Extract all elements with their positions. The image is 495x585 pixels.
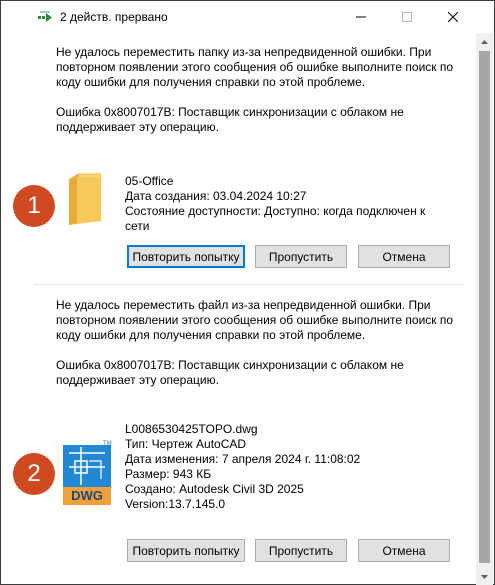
error-description: Не удалось переместить файл из-за непред… [56, 298, 454, 342]
close-button[interactable] [430, 1, 476, 33]
item-version: Version:13.7.145.0 [125, 497, 226, 511]
error-dialog-window: 2 действ. прервано Не удалось переместит… [0, 0, 495, 585]
error-code: Ошибка 0x8007017B: Поставщик синхронизац… [56, 105, 404, 134]
skip-button-2[interactable]: Пропустить [255, 539, 347, 562]
cancel-button-1[interactable]: Отмена [358, 245, 450, 268]
item-modified: Дата изменения: 7 апреля 2024 г. 11:08:0… [125, 452, 361, 466]
scroll-down-arrow-icon[interactable] [476, 568, 493, 585]
error-message-2: Не удалось переместить файл из-за непред… [56, 298, 456, 388]
item-details-2: L0086530425TOPO.dwg Тип: Чертеж AutoCAD … [125, 422, 465, 512]
window-title: 2 действ. прервано [60, 10, 168, 24]
error-message-1: Не удалось переместить папку из-за непре… [56, 45, 456, 135]
move-operation-icon [38, 11, 54, 25]
item-type: Тип: Чертеж AutoCAD [125, 437, 247, 451]
dwg-label: DWG [71, 488, 103, 503]
step-badge-2: 2 [13, 453, 55, 495]
trademark-label: TM [103, 441, 112, 447]
dwg-file-icon: DWG TM [63, 441, 113, 507]
item-created-by: Создано: Autodesk Civil 3D 2025 [125, 482, 304, 496]
retry-button-1[interactable]: Повторить попытку [127, 245, 245, 268]
item-availability: Состояние доступности: Доступно: когда п… [125, 204, 426, 233]
skip-button-1[interactable]: Пропустить [255, 245, 347, 268]
item-name: 05-Office [125, 174, 174, 188]
error-code: Ошибка 0x8007017B: Поставщик синхронизац… [56, 358, 404, 387]
error-description: Не удалось переместить папку из-за непре… [56, 45, 454, 89]
cancel-button-2[interactable]: Отмена [358, 539, 450, 562]
scrollbar-thumb[interactable] [479, 51, 490, 563]
maximize-button [384, 1, 430, 33]
title-bar: 2 действ. прервано [1, 1, 494, 33]
folder-icon [65, 171, 105, 225]
step-badge-1: 1 [13, 185, 55, 227]
retry-button-2[interactable]: Повторить попытку [127, 539, 245, 562]
scroll-up-arrow-icon[interactable] [476, 33, 493, 50]
section-divider [34, 284, 464, 285]
item-name: L0086530425TOPO.dwg [125, 422, 258, 436]
item-size: Размер: 943 КБ [125, 467, 212, 481]
item-created: Дата создания: 03.04.2024 10:27 [125, 189, 307, 203]
item-details-1: 05-Office Дата создания: 03.04.2024 10:2… [125, 174, 465, 234]
minimize-button[interactable] [338, 1, 384, 33]
vertical-scrollbar[interactable] [476, 33, 493, 585]
